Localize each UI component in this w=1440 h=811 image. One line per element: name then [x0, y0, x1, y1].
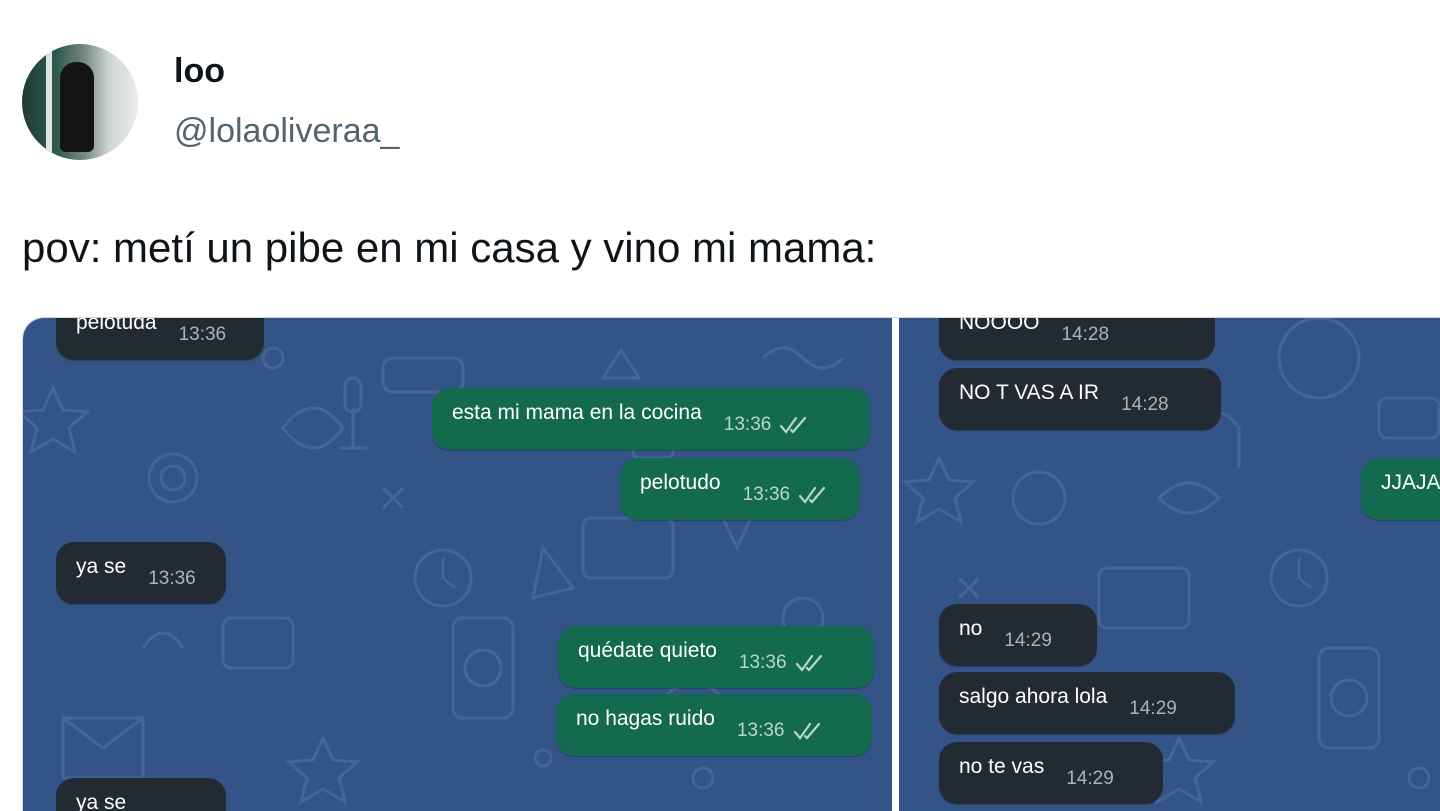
message-text: no [959, 617, 983, 640]
avatar-photo-frame [46, 44, 52, 160]
tweet-media[interactable]: pelotuda 13:36 esta mi mama en la cocina 13… [22, 317, 1440, 811]
incoming-message-bubble[interactable]: NOOOO 14:28 [939, 318, 1215, 360]
incoming-message-bubble[interactable]: no 14:29 [939, 604, 1097, 666]
message-text: esta mi mama en la cocina [452, 401, 702, 424]
tweet-text: pov: metí un pibe en mi casa y vino mi m… [22, 224, 877, 271]
message-timestamp: 13:36 [738, 652, 787, 673]
message-text: salgo ahora lola [959, 685, 1108, 708]
display-name[interactable]: loo [174, 52, 225, 91]
message-text: ya se [76, 791, 127, 811]
message-timestamp: 13:36 [723, 414, 772, 435]
double-check-icon [793, 722, 823, 740]
outgoing-message-bubble[interactable]: JJAJA [1361, 458, 1440, 520]
chat-screenshot-left[interactable]: pelotuda 13:36 esta mi mama en la cocina 13… [23, 318, 892, 811]
outgoing-message-bubble[interactable]: esta mi mama en la cocina 13:36 [432, 388, 870, 450]
message-text: pelotuda [76, 318, 157, 334]
message-timestamp: 13:36 [742, 484, 791, 505]
chat-screenshot-right[interactable]: NOOOO 14:28 NO T VAS A IR 14:28 JJAJA no 14:29… [899, 318, 1440, 811]
incoming-message-bubble[interactable]: pelotuda 13:36 [56, 318, 264, 360]
message-timestamp: 14:28 [1121, 394, 1169, 415]
message-timestamp: 14:29 [1004, 630, 1052, 651]
message-text: pelotudo [640, 471, 721, 494]
message-text: NO T VAS A IR [959, 381, 1100, 404]
outgoing-message-bubble[interactable]: pelotudo 13:36 [620, 458, 860, 520]
message-timestamp: 13:36 [736, 720, 785, 741]
message-timestamp: 13:36 [148, 568, 196, 589]
outgoing-message-bubble[interactable]: no hagas ruido 13:36 [556, 694, 872, 756]
message-timestamp: 13:36 [178, 324, 227, 345]
message-timestamp: 14:29 [1129, 698, 1177, 719]
message-text: no hagas ruido [576, 707, 715, 730]
profile-avatar[interactable] [22, 44, 138, 160]
incoming-message-bubble[interactable]: ya se [56, 778, 226, 811]
outgoing-message-bubble[interactable]: quédate quieto 13:36 [558, 626, 874, 688]
message-text: JJAJA [1381, 471, 1440, 494]
avatar-photo-person [60, 62, 94, 152]
incoming-message-bubble[interactable]: salgo ahora lola 14:29 [939, 672, 1235, 734]
user-handle[interactable]: @lolaoliveraa_ [174, 112, 399, 151]
incoming-message-bubble[interactable]: no te vas 14:29 [939, 742, 1163, 804]
message-text: quédate quieto [578, 639, 717, 662]
message-timestamp: 14:28 [1061, 324, 1110, 345]
double-check-icon [779, 416, 809, 434]
double-check-icon [798, 486, 828, 504]
double-check-icon [795, 654, 825, 672]
message-timestamp: 14:29 [1066, 768, 1114, 789]
incoming-message-bubble[interactable]: ya se 13:36 [56, 542, 226, 604]
incoming-message-bubble[interactable]: NO T VAS A IR 14:28 [939, 368, 1221, 430]
message-text: NOOOO [959, 318, 1040, 334]
message-text: no te vas [959, 755, 1045, 778]
message-text: ya se [76, 555, 127, 578]
